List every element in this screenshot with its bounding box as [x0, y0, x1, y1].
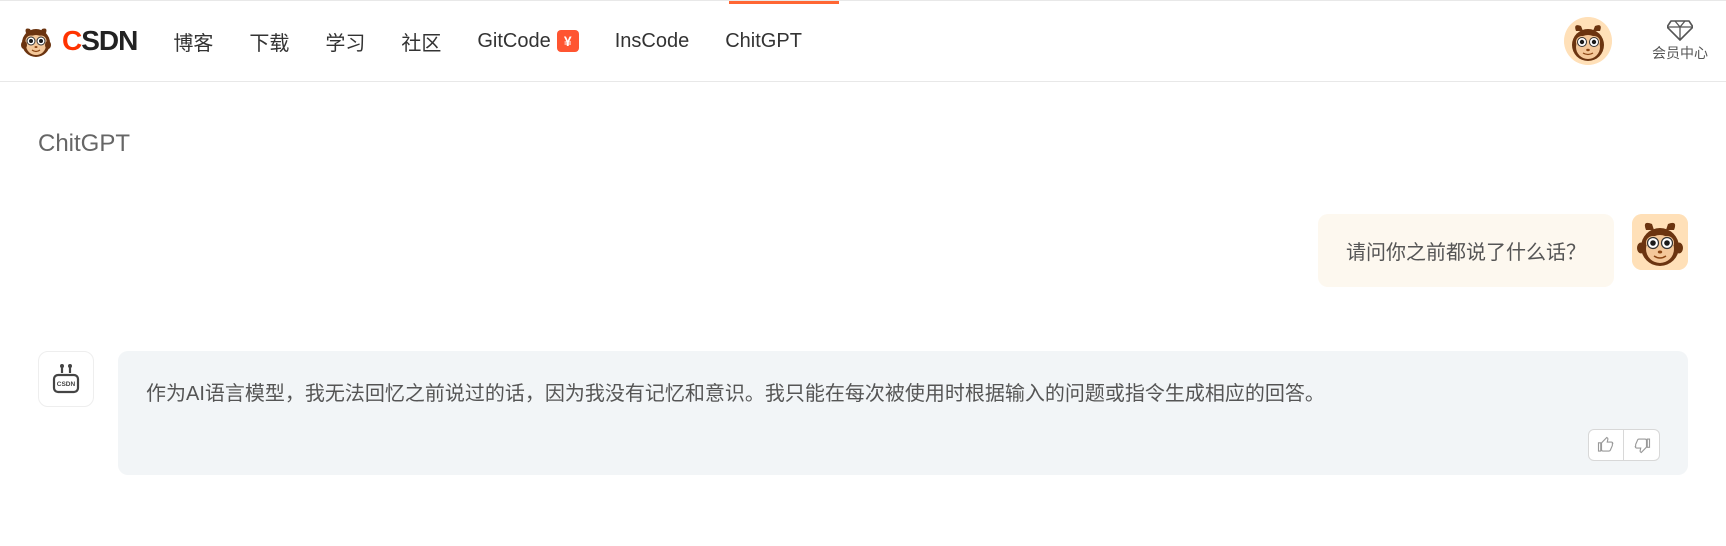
thumbs-up-icon	[1597, 436, 1615, 454]
monkey-avatar-icon	[1632, 214, 1688, 270]
nav-item-chitgpt[interactable]: ChitGPT	[725, 30, 802, 53]
nav-item-community[interactable]: 社区	[401, 27, 441, 56]
user-message-bubble: 请问你之前都说了什么话？	[1318, 214, 1614, 287]
csdn-wordmark: CSDN	[62, 25, 137, 57]
bot-message-row: CSDN 作为AI语言模型，我无法回忆之前说过的话，因为我没有记忆和意识。我只能…	[38, 351, 1688, 475]
vip-label: 会员中心	[1652, 43, 1708, 63]
nav-item-learn[interactable]: 学习	[325, 27, 365, 56]
nav-item-inscode[interactable]: InsCode	[615, 30, 690, 53]
bot-avatar[interactable]: CSDN	[38, 351, 94, 407]
robot-icon: CSDN	[46, 359, 86, 399]
logo-area[interactable]: CSDN	[18, 23, 137, 59]
nav-item-gitcode[interactable]: GitCode ¥	[477, 30, 578, 53]
vip-center-button[interactable]: 会员中心	[1652, 19, 1708, 63]
csdn-monkey-logo-icon	[18, 23, 54, 59]
user-avatar[interactable]	[1564, 17, 1612, 65]
feedback-row	[146, 429, 1660, 461]
monkey-avatar-icon	[1564, 17, 1612, 65]
chat-area: 请问你之前都说了什么话？	[0, 158, 1726, 475]
svg-text:CSDN: CSDN	[57, 381, 76, 388]
user-chat-avatar[interactable]	[1632, 214, 1688, 270]
main-nav: 博客 下载 学习 社区 GitCode ¥ InsCode ChitGPT	[173, 27, 802, 56]
nav-item-download[interactable]: 下载	[249, 27, 289, 56]
thumbs-down-button[interactable]	[1624, 429, 1660, 461]
yuan-badge-icon: ¥	[557, 30, 579, 52]
page-title: ChitGPT	[38, 130, 1688, 158]
bot-message-text: 作为AI语言模型，我无法回忆之前说过的话，因为我没有记忆和意识。我只能在每次被使…	[146, 375, 1660, 413]
nav-item-blog[interactable]: 博客	[173, 27, 213, 56]
diamond-icon	[1667, 19, 1693, 41]
thumbs-up-button[interactable]	[1588, 429, 1624, 461]
thumbs-down-icon	[1633, 436, 1651, 454]
main-header: CSDN 博客 下载 学习 社区 GitCode ¥ InsCode ChitG…	[0, 0, 1726, 82]
user-message-text: 请问你之前都说了什么话？	[1346, 242, 1586, 264]
bot-message-bubble: 作为AI语言模型，我无法回忆之前说过的话，因为我没有记忆和意识。我只能在每次被使…	[118, 351, 1688, 475]
header-right: 会员中心	[1564, 17, 1708, 65]
page-title-area: ChitGPT	[0, 82, 1726, 158]
user-message-row: 请问你之前都说了什么话？	[38, 214, 1688, 287]
